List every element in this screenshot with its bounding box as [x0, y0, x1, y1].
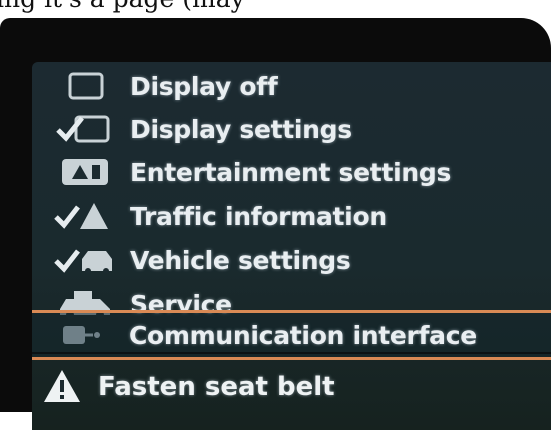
communication-interface-icon: [53, 318, 117, 352]
menu-item-label: Communication interface: [129, 320, 477, 350]
display-settings-icon: [54, 112, 118, 146]
menu-item-label: Entertainment settings: [130, 157, 452, 187]
menu-item-vehicle-settings[interactable]: Vehicle settings: [32, 240, 551, 280]
menu-item-label: Display settings: [130, 114, 352, 144]
idrive-screen: Display off Display settings Entertainme…: [32, 62, 551, 430]
divider: [32, 352, 551, 354]
page-caption: ing it's a page (may: [0, 0, 245, 13]
traffic-information-icon: [54, 199, 118, 233]
menu-item-display-settings[interactable]: Display settings: [32, 109, 551, 149]
menu-item-entertainment-settings[interactable]: Entertainment settings: [32, 152, 551, 192]
menu-item-display-off[interactable]: Display off: [32, 66, 551, 106]
entertainment-settings-icon: [54, 155, 118, 189]
menu-item-label: Display off: [130, 71, 278, 101]
display-off-icon: [54, 69, 118, 103]
seat-belt-alert: Fasten seat belt: [32, 362, 551, 412]
alert-label: Fasten seat belt: [98, 372, 335, 402]
menu-item-label: Vehicle settings: [130, 245, 351, 275]
display-bezel: Display off Display settings Entertainme…: [0, 18, 551, 430]
menu-item-traffic-information[interactable]: Traffic information: [32, 196, 551, 236]
vehicle-settings-icon: [54, 243, 118, 277]
menu-item-label: Traffic information: [130, 201, 387, 231]
warning-triangle-icon: [42, 368, 82, 404]
